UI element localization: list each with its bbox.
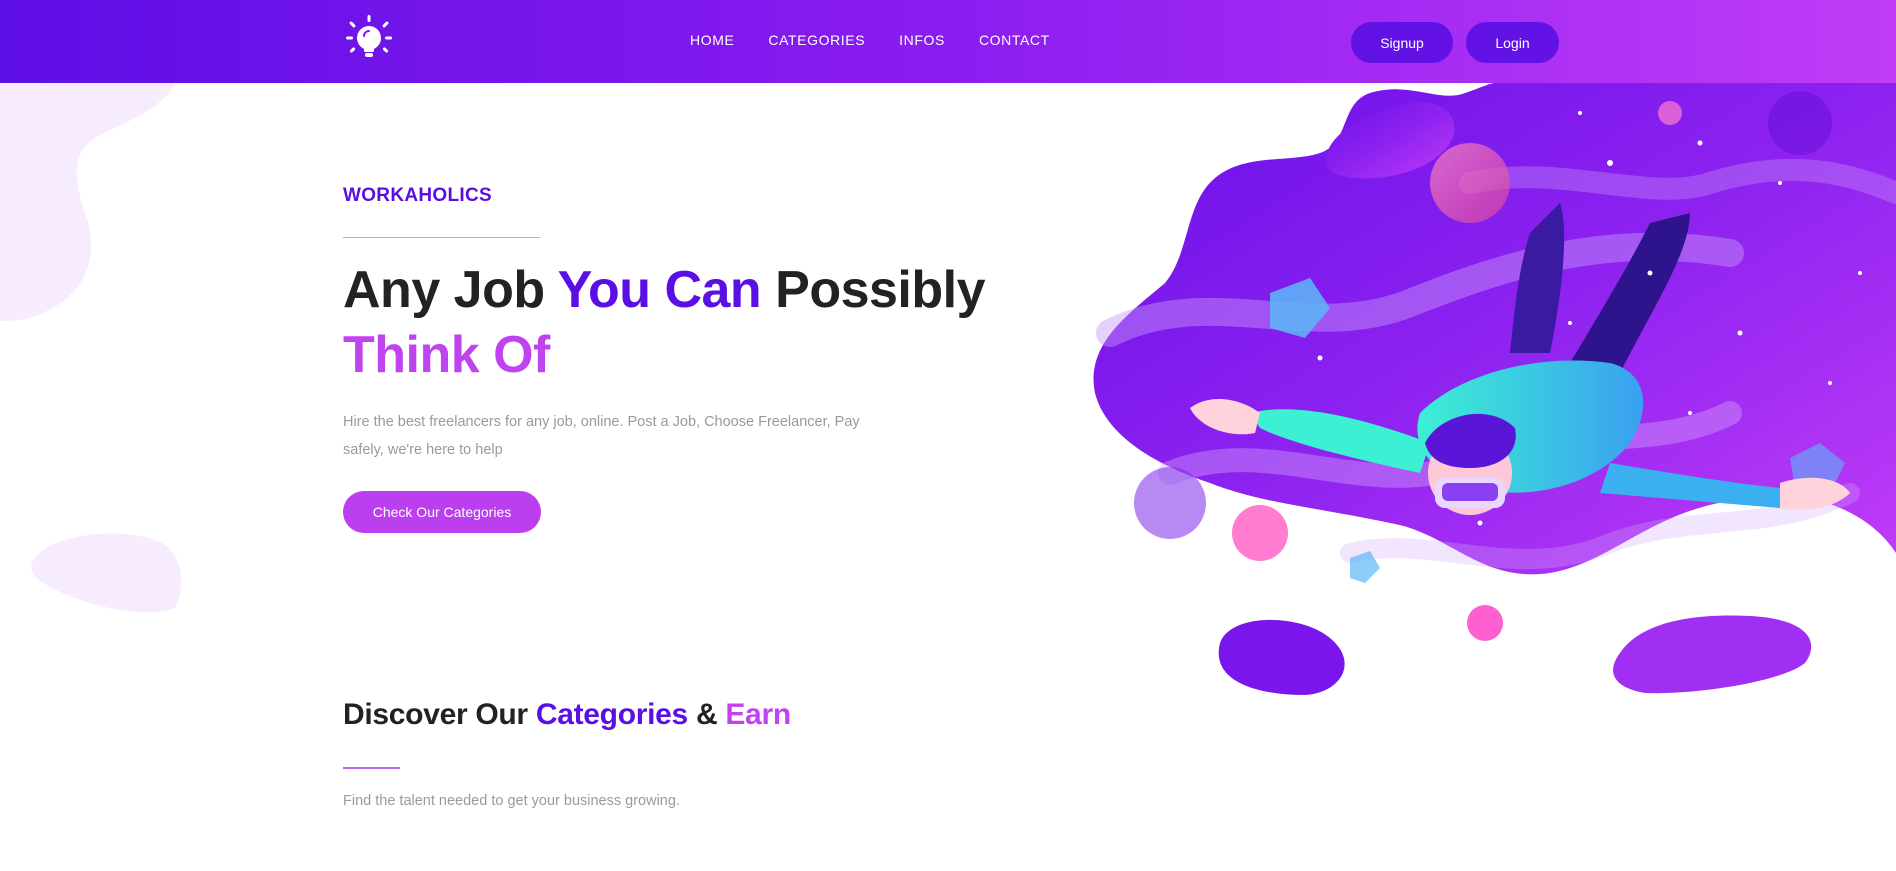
hero-title-part: Possibly [761, 261, 985, 319]
hero-illustration [1093, 83, 1896, 695]
nav-infos-link[interactable]: INFOS [899, 32, 945, 48]
section-divider [343, 767, 400, 769]
decorative-blob-bottom-left [31, 533, 182, 613]
hero-title: Any Job You Can Possibly Think Of [343, 258, 1043, 388]
main-nav: HOME CATEGORIES INFOS CONTACT [690, 32, 1050, 48]
nav-contact-link[interactable]: CONTACT [979, 32, 1050, 48]
hero-title-part: Any Job [343, 261, 558, 319]
site-header: HOME CATEGORIES INFOS CONTACT Signup Log… [0, 0, 1896, 83]
section-title: Discover Our Categories & Earn [343, 698, 791, 732]
hero-title-highlight-pink: Think Of [343, 326, 550, 384]
eyebrow-divider [343, 237, 540, 238]
hero-title-highlight: You Can [557, 261, 762, 319]
nav-categories-link[interactable]: CATEGORIES [768, 32, 865, 48]
decorative-blob-top-left [0, 83, 175, 321]
signup-button[interactable]: Signup [1351, 22, 1453, 63]
hero-eyebrow: WORKAHOLICS [343, 185, 492, 206]
section-title-highlight-pink: Earn [725, 698, 791, 731]
check-categories-button[interactable]: Check Our Categories [343, 491, 541, 533]
section-title-part: & [687, 698, 726, 731]
hero-description: Hire the best freelancers for any job, o… [343, 414, 860, 458]
section-description: Find the talent needed to get your busin… [343, 793, 680, 809]
login-button[interactable]: Login [1466, 22, 1559, 63]
section-title-part: Discover Our [343, 698, 536, 731]
lightbulb-icon[interactable] [342, 12, 396, 66]
section-title-highlight: Categories [535, 698, 688, 731]
nav-home-link[interactable]: HOME [690, 32, 734, 48]
